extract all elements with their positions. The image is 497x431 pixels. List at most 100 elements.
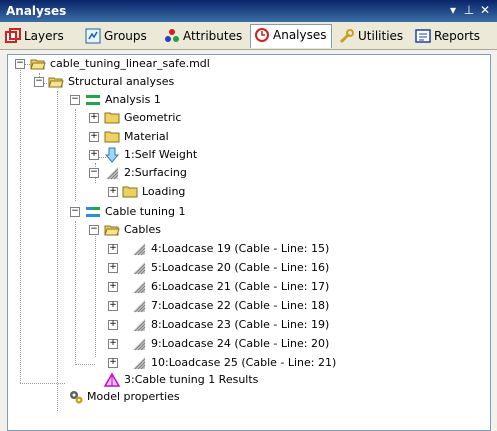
tree-label: Model properties — [87, 390, 180, 403]
tree-label: Geometric — [124, 111, 182, 124]
expand-toggle[interactable]: + — [89, 113, 99, 123]
self-weight-arrow-icon — [104, 147, 120, 163]
tab-label: Attributes — [183, 29, 243, 43]
expand-toggle[interactable]: + — [108, 320, 118, 330]
tree-item-model-properties[interactable]: Model properties — [8, 388, 488, 406]
results-icon — [104, 372, 120, 387]
tree-item-loadcase[interactable]: + 5:Loadcase 20 (Cable - Line: 16) — [8, 259, 488, 277]
loadcase-icon — [133, 281, 146, 294]
tree-label: Analysis 1 — [105, 93, 161, 106]
collapse-toggle[interactable]: − — [70, 207, 80, 217]
tab-analyses[interactable]: Analyses — [250, 24, 332, 48]
tree-label: 10:Loadcase 25 (Cable - Line: 21) — [151, 356, 337, 369]
loadcase-icon — [133, 357, 146, 370]
model-properties-gears-icon — [70, 391, 83, 404]
panel-title: Analyses — [6, 4, 67, 18]
pin-icon[interactable]: ⊥ — [462, 3, 476, 17]
tree-label: 4:Loadcase 19 (Cable - Line: 15) — [151, 242, 330, 255]
tab-label: Layers — [24, 29, 64, 43]
analyses-panel: Analyses ▾ ⊥ ✕ Layers Groups Attributes … — [0, 0, 497, 431]
tree-label: Cables — [124, 223, 161, 236]
tree-label: cable_tuning_linear_safe.mdl — [50, 57, 210, 70]
close-icon[interactable]: ✕ — [478, 3, 492, 17]
expand-toggle[interactable]: + — [108, 263, 118, 273]
tree-item-loadcase[interactable]: + 8:Loadcase 23 (Cable - Line: 19) — [8, 316, 488, 334]
tab-label: Groups — [104, 29, 147, 43]
tree-item-loadcase[interactable]: + 10:Loadcase 25 (Cable - Line: 21) — [8, 354, 488, 372]
tree-label: Material — [124, 130, 169, 143]
tree-item-surfacing[interactable]: − 2:Surfacing — [8, 164, 488, 182]
loadcase-icon — [133, 243, 146, 256]
tree-label: 8:Loadcase 23 (Cable - Line: 19) — [151, 318, 330, 331]
tree-item-material[interactable]: + Material — [8, 128, 488, 146]
tree-label: Loading — [142, 185, 186, 198]
tab-reports[interactable]: Reports — [412, 26, 484, 46]
tab-label: Analyses — [273, 28, 327, 42]
loadcase-icon — [133, 319, 146, 332]
tree-item-loadcase[interactable]: + 6:Loadcase 21 (Cable - Line: 17) — [8, 278, 488, 296]
layers-icon — [5, 28, 21, 43]
tree-label: 1:Self Weight — [124, 148, 198, 161]
attributes-icon — [165, 29, 179, 42]
open-folder-icon — [48, 77, 64, 88]
tree-label: 2:Surfacing — [124, 166, 187, 179]
collapse-toggle[interactable]: − — [70, 95, 80, 105]
loadcase-icon — [133, 300, 146, 313]
tab-layers[interactable]: Layers — [2, 26, 68, 46]
analyses-tree[interactable]: − cable_tuning_linear_safe.mdl − Structu… — [7, 54, 491, 431]
tab-attributes[interactable]: Attributes — [161, 26, 246, 46]
open-folder-icon — [30, 59, 46, 70]
collapse-toggle[interactable]: − — [89, 225, 99, 235]
tree-label: 3:Cable tuning 1 Results — [124, 373, 259, 386]
expand-toggle[interactable]: + — [108, 282, 118, 292]
collapse-toggle[interactable]: − — [89, 168, 99, 178]
loadcase-icon — [133, 338, 146, 351]
tree-item-cable-tuning-1[interactable]: − Cable tuning 1 — [8, 203, 488, 221]
folder-icon — [104, 112, 120, 124]
reports-icon — [415, 29, 431, 43]
expand-toggle[interactable]: + — [108, 301, 118, 311]
tab-label: Utilities — [358, 29, 404, 43]
tab-groups[interactable]: Groups — [82, 26, 151, 46]
tree-item-structural-analyses[interactable]: − Structural analyses — [8, 73, 488, 91]
tree-item-root[interactable]: − cable_tuning_linear_safe.mdl — [8, 55, 488, 73]
folder-icon — [104, 131, 120, 143]
cable-tuning-icon — [86, 207, 100, 217]
expand-toggle[interactable]: + — [108, 339, 118, 349]
tab-label: Reports — [434, 29, 481, 43]
open-folder-icon — [104, 225, 120, 236]
loadcase-icon — [106, 167, 119, 180]
analysis-icon — [86, 95, 100, 105]
expand-toggle[interactable]: + — [89, 132, 99, 142]
tree-item-self-weight[interactable]: + 1:Self Weight — [8, 146, 488, 164]
tab-strip: Layers Groups Attributes Analyses Utilit… — [0, 22, 497, 50]
loadcase-icon — [133, 262, 146, 275]
panel-titlebar: Analyses ▾ ⊥ ✕ — [0, 0, 497, 22]
tab-utilities[interactable]: Utilities — [336, 26, 407, 46]
tree-item-geometric[interactable]: + Geometric — [8, 109, 488, 127]
tree-label: Cable tuning 1 — [105, 205, 186, 218]
collapse-toggle[interactable]: − — [34, 77, 44, 87]
expand-toggle[interactable]: + — [108, 187, 118, 197]
expand-toggle[interactable]: + — [108, 244, 118, 254]
tree-item-cables[interactable]: − Cables — [8, 221, 488, 239]
analyses-icon — [255, 28, 269, 42]
expand-toggle[interactable]: + — [89, 150, 99, 160]
groups-icon — [85, 28, 101, 44]
collapse-toggle[interactable]: − — [15, 59, 25, 69]
tree-label: 7:Loadcase 22 (Cable - Line: 18) — [151, 299, 330, 312]
folder-icon — [122, 186, 138, 198]
tree-label: Structural analyses — [68, 75, 175, 88]
tree-label: 9:Loadcase 24 (Cable - Line: 20) — [151, 337, 330, 350]
tree-item-analysis-1[interactable]: − Analysis 1 — [8, 91, 488, 109]
tree-item-loadcase[interactable]: + 7:Loadcase 22 (Cable - Line: 18) — [8, 297, 488, 315]
tree-label: 6:Loadcase 21 (Cable - Line: 17) — [151, 280, 330, 293]
tree-item-loadcase[interactable]: + 4:Loadcase 19 (Cable - Line: 15) — [8, 240, 488, 258]
tree-item-loadcase[interactable]: + 9:Loadcase 24 (Cable - Line: 20) — [8, 335, 488, 353]
tree-label: 5:Loadcase 20 (Cable - Line: 16) — [151, 261, 330, 274]
utilities-icon — [339, 29, 354, 44]
expand-toggle[interactable]: + — [108, 358, 118, 368]
dropdown-icon[interactable]: ▾ — [446, 3, 460, 17]
tree-item-loading[interactable]: + Loading — [8, 183, 488, 201]
tree-item-results[interactable]: 3:Cable tuning 1 Results — [8, 371, 488, 389]
